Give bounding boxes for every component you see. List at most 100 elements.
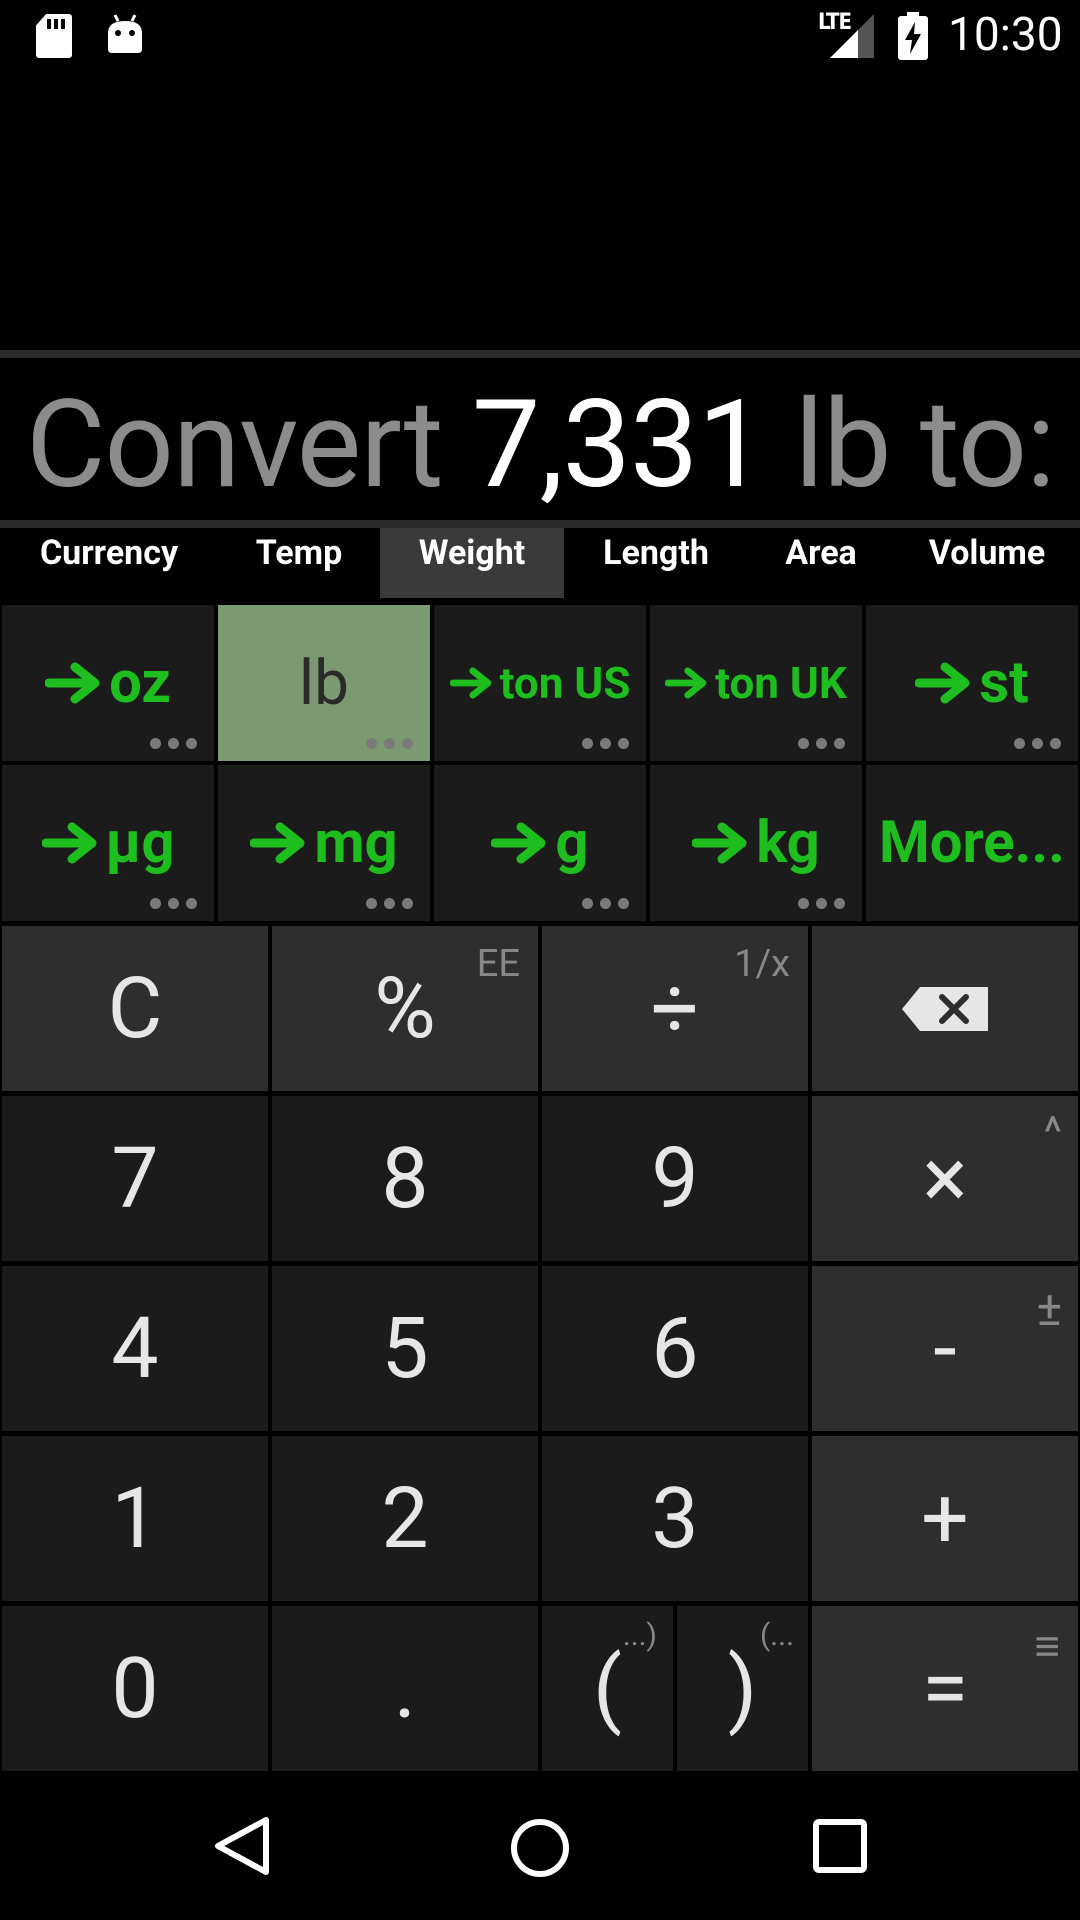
key-label: ( (593, 1639, 622, 1738)
digit-7-button[interactable]: 7 (2, 1096, 268, 1261)
digit-3-button[interactable]: 3 (542, 1436, 808, 1601)
arrow-right-icon (450, 666, 494, 700)
unit-label: g (555, 809, 589, 877)
more-options-icon (366, 738, 413, 749)
digit-5-button[interactable]: 5 (272, 1266, 538, 1431)
equals-button[interactable]: = ≡ (812, 1606, 1078, 1771)
power-sublabel: ^ (1043, 1106, 1062, 1158)
unit-label: ton UK (715, 657, 847, 709)
key-label: ÷ (651, 959, 699, 1058)
unit-ton-uk[interactable]: ton UK (650, 605, 862, 761)
multiply-button[interactable]: × ^ (812, 1096, 1078, 1261)
menu-sublabel: ≡ (1034, 1620, 1060, 1672)
percent-button[interactable]: % EE (272, 926, 538, 1091)
digit-2-button[interactable]: 2 (272, 1436, 538, 1601)
unit-ton-us[interactable]: ton US (434, 605, 646, 761)
more-options-icon (582, 738, 629, 749)
tab-length[interactable]: Length (564, 528, 748, 598)
more-options-icon (150, 898, 197, 909)
key-label: 5 (381, 1299, 429, 1398)
unit-kg[interactable]: kg (650, 765, 862, 921)
key-label: 8 (381, 1129, 429, 1228)
android-debug-icon (108, 14, 142, 53)
key-label: . (393, 1639, 417, 1738)
close-paren-sublabel: (... (760, 1618, 794, 1653)
tab-area[interactable]: Area (748, 528, 894, 598)
key-label: 0 (111, 1639, 159, 1738)
unit-lb[interactable]: lb (218, 605, 430, 761)
key-label: % (374, 959, 436, 1058)
digit-1-button[interactable]: 1 (2, 1436, 268, 1601)
unit-label: st (979, 649, 1029, 717)
minus-button[interactable]: - ± (812, 1266, 1078, 1431)
decimal-button[interactable]: . (272, 1606, 538, 1771)
unit-mg[interactable]: mg (218, 765, 430, 921)
more-options-icon (366, 898, 413, 909)
navigation-bar (0, 1774, 1080, 1920)
clear-button[interactable]: C (2, 926, 268, 1091)
convert-suffix: lb to: (794, 373, 1055, 516)
key-label: = (921, 1639, 969, 1738)
digit-6-button[interactable]: 6 (542, 1266, 808, 1431)
backspace-icon (902, 986, 988, 1031)
conversion-display: Convert 7,331 lb to: (26, 380, 1056, 510)
more-options-icon (150, 738, 197, 749)
key-label: ) (727, 1639, 758, 1738)
category-tabs: Currency Temp Weight Length Area Volume (0, 528, 1080, 598)
arrow-right-icon (42, 821, 100, 865)
tab-weight[interactable]: Weight (380, 528, 564, 598)
convert-prefix: Convert (26, 373, 444, 516)
arrow-right-icon (915, 661, 973, 705)
more-options-icon (798, 898, 845, 909)
home-icon[interactable] (508, 1816, 572, 1880)
digit-0-button[interactable]: 0 (2, 1606, 268, 1771)
digit-4-button[interactable]: 4 (2, 1266, 268, 1431)
open-paren-button[interactable]: ( ...) (542, 1606, 673, 1771)
unit-label: oz (109, 649, 171, 717)
key-label: C (107, 959, 163, 1058)
tab-temp[interactable]: Temp (218, 528, 380, 598)
convert-value: 7,331 (471, 373, 766, 516)
key-label: 1 (111, 1469, 159, 1568)
arrow-right-icon (491, 821, 549, 865)
divide-button[interactable]: ÷ 1/x (542, 926, 808, 1091)
unit-st[interactable]: st (866, 605, 1078, 761)
unit-ug[interactable]: µg (2, 765, 214, 921)
open-paren-sublabel: ...) (622, 1618, 657, 1653)
unit-label: mg (314, 809, 398, 877)
tab-volume[interactable]: Volume (894, 528, 1080, 598)
ee-sublabel: EE (476, 942, 520, 986)
recents-icon[interactable] (810, 1816, 870, 1876)
clock: 10:30 (948, 8, 1063, 62)
display-top-divider (0, 350, 1080, 358)
more-units-button[interactable]: More... (866, 765, 1078, 921)
key-label: 9 (651, 1129, 699, 1228)
unit-label: ton US (499, 657, 631, 709)
arrow-right-icon (692, 821, 750, 865)
unit-label: lb (299, 646, 349, 720)
unit-label: kg (756, 809, 820, 877)
key-label: 3 (651, 1469, 699, 1568)
tab-currency[interactable]: Currency (0, 528, 218, 598)
close-paren-button[interactable]: ) (... (677, 1606, 808, 1771)
more-options-icon (582, 898, 629, 909)
key-label: + (921, 1469, 969, 1568)
digit-9-button[interactable]: 9 (542, 1096, 808, 1261)
arrow-right-icon (665, 666, 709, 700)
plus-button[interactable]: + (812, 1436, 1078, 1601)
plus-minus-sublabel: ± (1036, 1280, 1062, 1337)
unit-g[interactable]: g (434, 765, 646, 921)
arrow-right-icon (250, 821, 308, 865)
key-label: 7 (111, 1129, 159, 1228)
back-icon[interactable] (210, 1814, 274, 1878)
backspace-button[interactable] (812, 926, 1078, 1091)
more-options-icon (1014, 738, 1061, 749)
arrow-right-icon (45, 661, 103, 705)
key-label: 2 (381, 1469, 429, 1568)
digit-8-button[interactable]: 8 (272, 1096, 538, 1261)
unit-oz[interactable]: oz (2, 605, 214, 761)
status-bar: LTE 10:30 (0, 0, 1080, 72)
unit-label: More... (878, 809, 1065, 877)
reciprocal-sublabel: 1/x (734, 942, 790, 986)
key-label: - (933, 1299, 957, 1398)
